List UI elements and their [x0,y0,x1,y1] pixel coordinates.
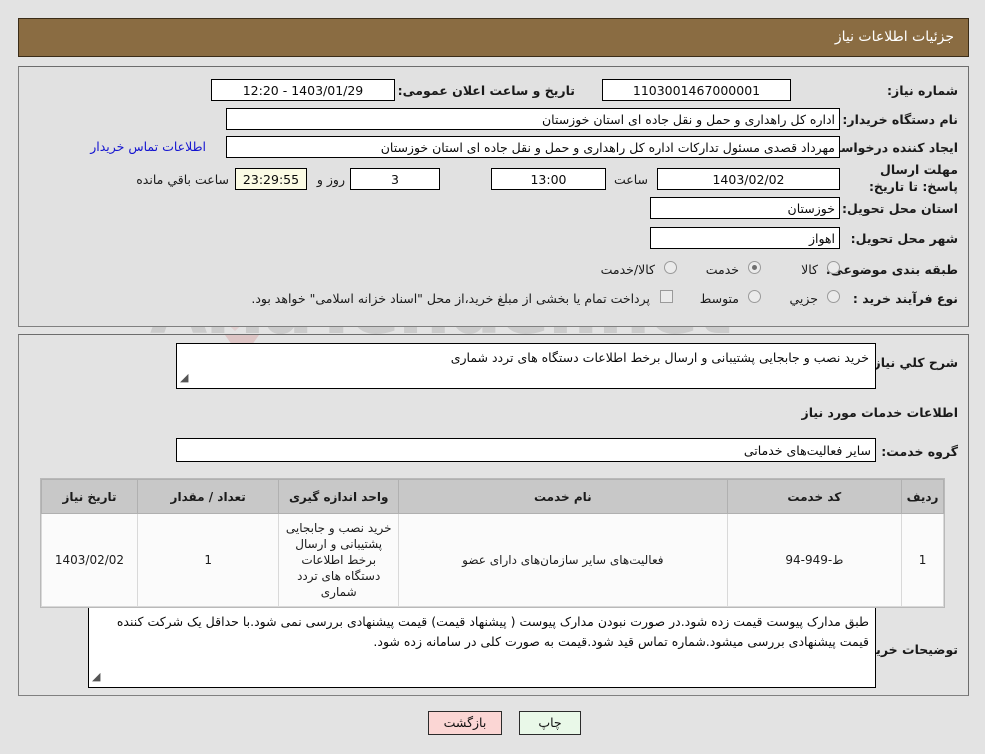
category-radio-khedmat[interactable] [748,261,761,274]
buyer-org-label: نام دستگاه خریدار: [842,112,958,127]
service-group-field[interactable]: سایر فعالیت‌های خدماتی [176,438,876,462]
treasury-docs-label: پرداخت تمام یا بخشی از مبلغ خرید،از محل … [251,291,650,306]
deadline-hour-field[interactable]: 13:00 [491,168,606,190]
page-title-bar: جزئیات اطلاعات نیاز [18,18,969,57]
buyer-notes-textarea[interactable]: طبق مدارک پیوست قیمت زده شود.در صورت نبو… [88,607,876,688]
cell-code: ط-949-94 [726,513,903,607]
need-summary-text: خرید نصب و جابجایی پشتیبانی و ارسال برخط… [450,350,869,365]
print-button[interactable]: چاپ [519,711,581,735]
process-radio-motavaset[interactable] [748,290,761,303]
need-summary-textarea[interactable]: خرید نصب و جابجایی پشتیبانی و ارسال برخط… [176,343,876,389]
resize-grip-icon-2[interactable]: ◢ [92,667,100,687]
buyer-contact-link[interactable]: اطلاعات تماس خریدار [90,139,206,154]
deadline-days-unit-label: روز و [316,172,345,187]
process-radio-jozei[interactable] [827,290,840,303]
category-option-label-1: خدمت [705,262,739,277]
service-group-label: گروه خدمت: [881,444,958,459]
table-header-row: ردیف کد خدمت نام خدمت واحد اندازه گیری ت… [41,479,944,514]
city-label: شهر محل تحویل: [850,231,958,246]
resize-grip-icon[interactable]: ◢ [180,368,188,388]
cell-date: 1403/02/02 [41,513,138,607]
process-option-label-1: متوسط [699,291,739,306]
need-number-field[interactable]: 1103001467000001 [602,79,791,101]
requester-label: ایجاد کننده درخواست: [822,140,958,155]
need-info-panel: شماره نیاز: 1103001467000001 تاریخ و ساع… [18,66,969,327]
table-header-code: کد خدمت [726,479,903,514]
cell-name: فعالیت‌های سایر سازمان‌های دارای عضو [398,513,728,607]
deadline-hour-label: ساعت [613,172,648,187]
services-table-wrapper: ردیف کد خدمت نام خدمت واحد اندازه گیری ت… [40,478,945,608]
need-summary-label: شرح کلي نياز: [868,355,958,370]
table-header-date: تاریخ نیاز [41,479,138,514]
province-field[interactable]: خوزستان [650,197,840,219]
category-radio-kala-khedmat[interactable] [664,261,677,274]
cell-unit: خرید نصب و جابجایی پشتیبانی و ارسال برخط… [278,513,400,607]
process-option-label-0: جزیي [789,291,818,306]
need-number-label: شماره نیاز: [887,83,958,98]
deadline-label: مهلت ارسال پاسخ: تا تاریخ: [868,162,958,194]
table-header-name: نام خدمت [398,479,728,514]
deadline-days-field[interactable]: 3 [350,168,440,190]
cell-qty: 1 [136,513,280,607]
treasury-docs-checkbox[interactable] [660,290,673,303]
province-label: استان محل تحویل: [841,201,958,216]
requester-field[interactable]: مهرداد قصدی مسئول تدارکات اداره کل راهدا… [226,136,840,158]
category-option-label-2: کالا/خدمت [600,262,655,277]
table-row[interactable]: 1 ط-949-94 فعالیت‌های سایر سازمان‌های دا… [41,513,944,607]
table-header-qty: تعداد / مقدار [136,479,280,514]
city-field[interactable]: اهواز [650,227,840,249]
back-button[interactable]: بازگشت [428,711,502,735]
deadline-date-field[interactable]: 1403/02/02 [657,168,840,190]
remaining-time-field: 23:29:55 [235,168,307,190]
public-announce-field[interactable]: 1403/01/29 - 12:20 [211,79,395,101]
category-radio-kala[interactable] [827,261,840,274]
services-section-title: اطلاعات خدمات مورد نیاز [801,405,959,420]
process-label: نوع فرآیند خرید : [852,291,958,306]
category-option-label-0: کالا [801,262,818,277]
remaining-time-label: ساعت باقي مانده [136,172,229,187]
services-table: ردیف کد خدمت نام خدمت واحد اندازه گیری ت… [41,479,944,607]
buyer-notes-text: طبق مدارک پیوست قیمت زده شود.در صورت نبو… [116,614,869,649]
table-header-unit: واحد اندازه گیری [278,479,400,514]
public-announce-label: تاریخ و ساعت اعلان عمومی: [397,83,575,98]
buyer-org-field[interactable]: اداره کل راهداری و حمل و نقل جاده ای است… [226,108,840,130]
cell-radif: 1 [901,513,944,607]
page-title: جزئیات اطلاعات نیاز [834,29,954,45]
category-label: طبقه بندی موضوعی: [825,262,958,277]
table-header-radif: ردیف [901,479,944,514]
